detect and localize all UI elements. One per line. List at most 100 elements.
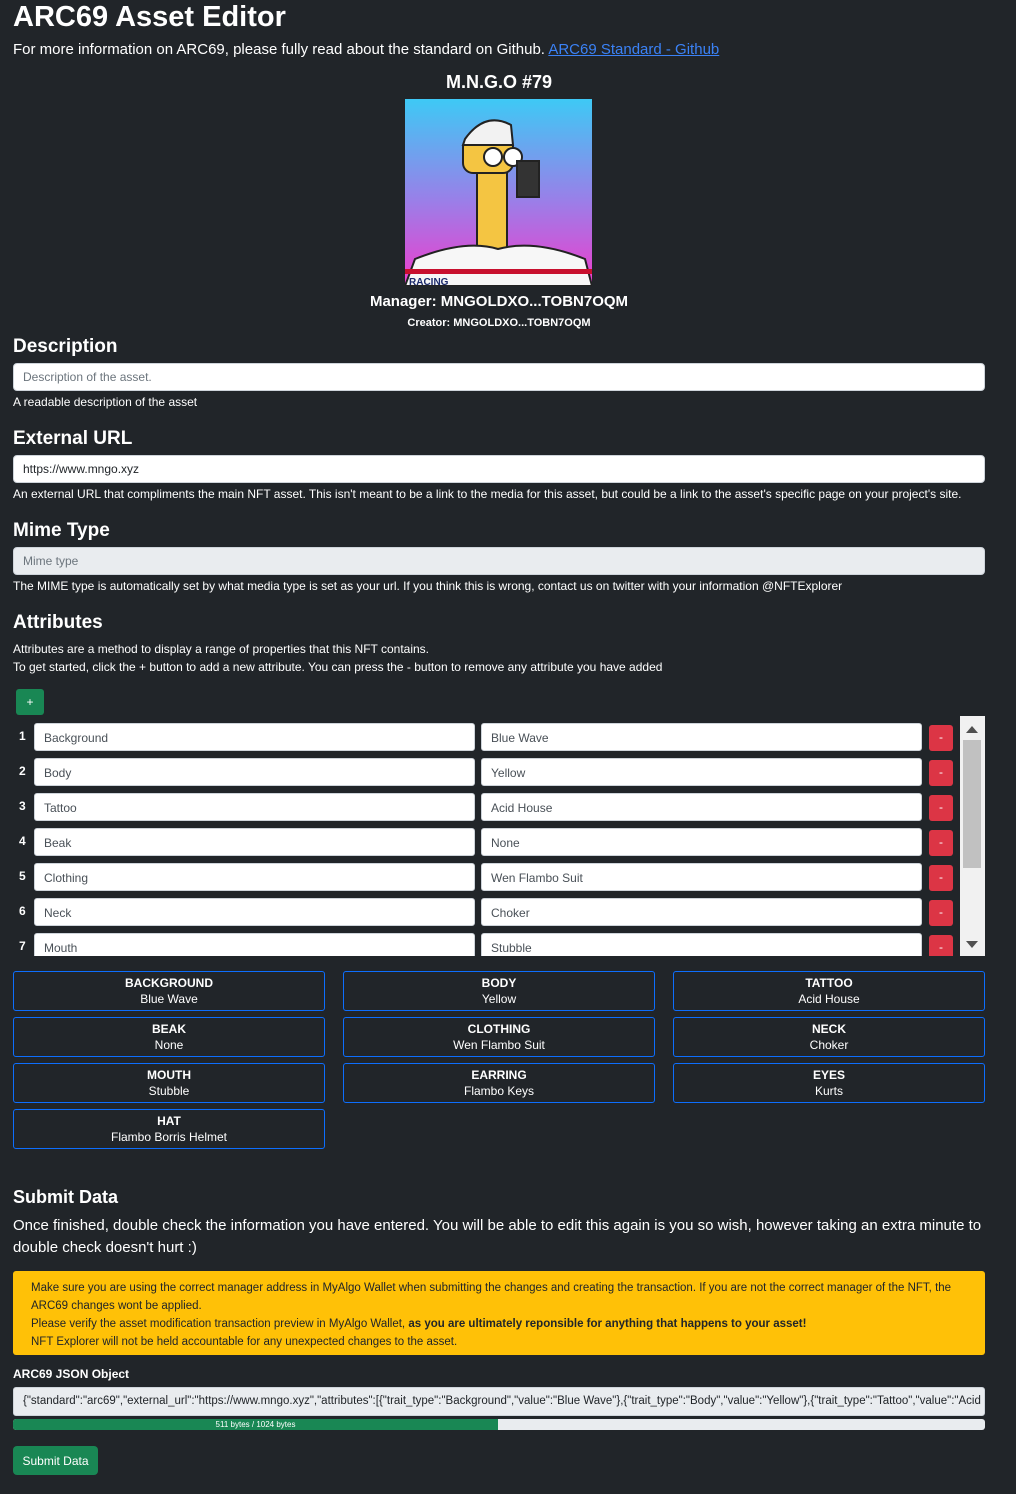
- attribute-card-trait: EYES: [812, 1068, 845, 1082]
- mime-type-input: [13, 547, 985, 575]
- description-help: A readable description of the asset: [13, 395, 198, 409]
- asset-image: RACING: [405, 99, 592, 286]
- attribute-row: 4 Beak None -: [13, 826, 958, 856]
- size-progress-label: 511 bytes / 1024 bytes: [215, 1420, 296, 1429]
- attribute-card: BEAK None: [13, 1017, 325, 1057]
- scroll-down-arrow-icon[interactable]: [966, 941, 978, 948]
- manager-address: Manager: MNGOLDXO...TOBN7OQM: [369, 293, 629, 310]
- attribute-value-input[interactable]: Acid House: [481, 793, 922, 821]
- description-input[interactable]: [13, 363, 985, 391]
- intro-text: For more information on ARC69, please fu…: [13, 41, 545, 58]
- submit-data-button[interactable]: Submit Data: [13, 1446, 98, 1475]
- json-object-field[interactable]: {"standard":"arc69","external_url":"http…: [13, 1387, 985, 1416]
- attribute-value-input[interactable]: Stubble: [481, 933, 922, 956]
- mime-type-help: The MIME type is automatically set by wh…: [13, 579, 843, 593]
- attribute-card: EARRING Flambo Keys: [343, 1063, 655, 1103]
- attribute-card: TATTOO Acid House: [673, 971, 985, 1011]
- image-racing-text: RACING: [409, 277, 449, 286]
- attribute-card-value: Flambo Keys: [463, 1084, 535, 1098]
- attribute-card-trait: BACKGROUND: [125, 976, 213, 990]
- attribute-trait-input[interactable]: Mouth: [34, 933, 475, 956]
- submit-text: Once finished, double check the informat…: [13, 1217, 982, 1256]
- scrollbar-thumb[interactable]: [963, 740, 981, 868]
- submit-heading: Submit Data: [13, 1187, 119, 1207]
- attribute-value-input[interactable]: Choker: [481, 898, 922, 926]
- attribute-value-input[interactable]: None: [481, 828, 922, 856]
- attribute-card: BACKGROUND Blue Wave: [13, 971, 325, 1011]
- attribute-card-value: Acid House: [798, 992, 860, 1006]
- attribute-row-number: 5: [19, 869, 26, 883]
- attribute-card-value: Stubble: [148, 1084, 190, 1098]
- attribute-card-trait: CLOTHING: [467, 1022, 531, 1036]
- attribute-trait-input[interactable]: Beak: [34, 828, 475, 856]
- attribute-card-trait: HAT: [157, 1114, 181, 1128]
- external-url-help: An external URL that compliments the mai…: [13, 487, 962, 501]
- arc69-standard-link[interactable]: ARC69 Standard - Github: [548, 41, 719, 58]
- remove-attribute-button[interactable]: -: [929, 900, 953, 926]
- attribute-card-value: None: [154, 1038, 184, 1052]
- warning-line-3: NFT Explorer will not be held accountabl…: [31, 1336, 458, 1348]
- attribute-card: CLOTHING Wen Flambo Suit: [343, 1017, 655, 1057]
- remove-attribute-button[interactable]: -: [929, 795, 953, 821]
- attribute-row: 6 Neck Choker -: [13, 896, 958, 926]
- warning-line-2-bold: as you are ultimately reponsible for any…: [408, 1318, 807, 1330]
- external-url-heading: External URL: [13, 428, 133, 449]
- attribute-card-trait: MOUTH: [147, 1068, 191, 1082]
- attribute-value-input[interactable]: Wen Flambo Suit: [481, 863, 922, 891]
- json-object-label: ARC69 JSON Object: [13, 1367, 130, 1381]
- attribute-card: EYES Kurts: [673, 1063, 985, 1103]
- attribute-card-trait: NECK: [811, 1022, 846, 1036]
- attribute-card-value: Blue Wave: [140, 992, 198, 1006]
- attribute-value-input[interactable]: Yellow: [481, 758, 922, 786]
- attribute-card: NECK Choker: [673, 1017, 985, 1057]
- attribute-trait-input[interactable]: Clothing: [34, 863, 475, 891]
- attribute-card-trait: TATTOO: [805, 976, 853, 990]
- attribute-card-value: Kurts: [814, 1084, 843, 1098]
- page-title: ARC69 Asset Editor: [13, 1, 286, 33]
- external-url-input[interactable]: [13, 455, 985, 483]
- attribute-card-trait: BODY: [481, 976, 517, 990]
- attribute-card-value: Choker: [809, 1038, 849, 1052]
- attribute-card: BODY Yellow: [343, 971, 655, 1011]
- warning-line-2: Please verify the asset modification tra…: [31, 1315, 967, 1333]
- attribute-row-number: 2: [19, 764, 26, 778]
- attribute-row-number: 6: [19, 904, 26, 918]
- attribute-trait-input[interactable]: Body: [34, 758, 475, 786]
- intro-text-block: For more information on ARC69, please fu…: [13, 41, 719, 58]
- attribute-row-number: 4: [19, 834, 26, 848]
- attribute-row: 2 Body Yellow -: [13, 756, 958, 786]
- attribute-row-number: 3: [19, 799, 26, 813]
- remove-attribute-button[interactable]: -: [929, 830, 953, 856]
- attribute-trait-input[interactable]: Background: [34, 723, 475, 751]
- attribute-row: 3 Tattoo Acid House -: [13, 791, 958, 821]
- attribute-card-trait: EARRING: [471, 1068, 527, 1082]
- attribute-row: 7 Mouth Stubble -: [13, 931, 958, 956]
- attribute-card: HAT Flambo Borris Helmet: [13, 1109, 325, 1149]
- add-attribute-button[interactable]: +: [16, 689, 44, 715]
- attributes-help-1: Attributes are a method to display a ran…: [13, 642, 429, 656]
- attribute-list-scrollbar[interactable]: [960, 716, 985, 956]
- attribute-card: MOUTH Stubble: [13, 1063, 325, 1103]
- warning-line-1: Make sure you are using the correct mana…: [31, 1282, 952, 1312]
- description-heading: Description: [13, 336, 118, 357]
- warning-line-2-plain: Please verify the asset modification tra…: [31, 1318, 406, 1330]
- attributes-heading: Attributes: [13, 612, 103, 633]
- remove-attribute-button[interactable]: -: [929, 760, 953, 786]
- asset-name: M.N.G.O #79: [445, 72, 553, 92]
- attribute-card-value: Flambo Borris Helmet: [110, 1130, 228, 1144]
- attribute-trait-input[interactable]: Neck: [34, 898, 475, 926]
- attributes-help-2: To get started, click the + button to ad…: [13, 660, 663, 674]
- remove-attribute-button[interactable]: -: [929, 725, 953, 751]
- attribute-list[interactable]: 1 Background Blue Wave -2 Body Yellow -3 Tattoo…: [13, 716, 985, 956]
- attribute-value-input[interactable]: Blue Wave: [481, 723, 922, 751]
- scroll-up-arrow-icon[interactable]: [966, 726, 978, 733]
- attribute-card-value: Yellow: [481, 992, 517, 1006]
- attribute-row: 1 Background Blue Wave -: [13, 721, 958, 751]
- warning-alert: Make sure you are using the correct mana…: [13, 1271, 985, 1355]
- remove-attribute-button[interactable]: -: [929, 935, 953, 956]
- attribute-row: 5 Clothing Wen Flambo Suit -: [13, 861, 958, 891]
- remove-attribute-button[interactable]: -: [929, 865, 953, 891]
- attribute-card-value: Wen Flambo Suit: [453, 1038, 545, 1052]
- attribute-row-number: 1: [19, 729, 26, 743]
- attribute-trait-input[interactable]: Tattoo: [34, 793, 475, 821]
